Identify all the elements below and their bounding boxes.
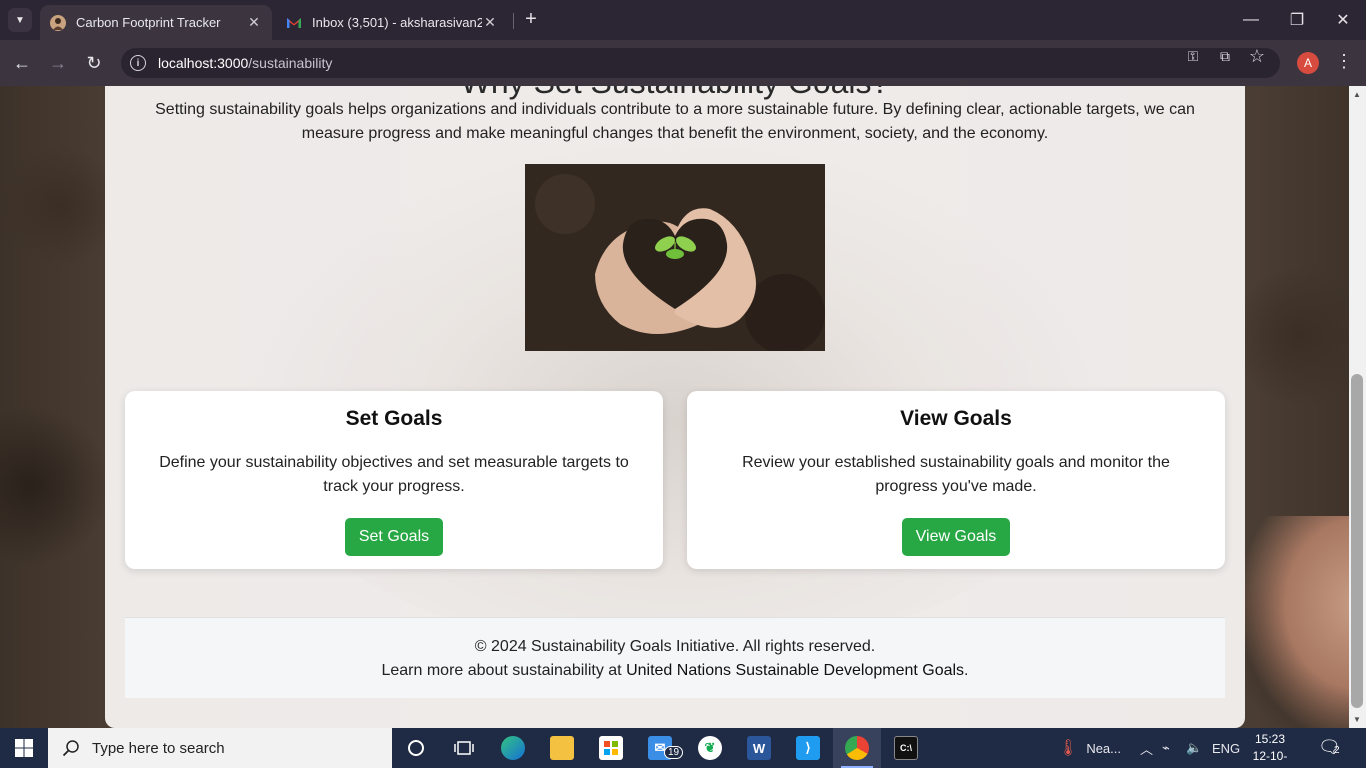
taskbar-word[interactable]: W [735,728,783,768]
learn-more-prefix: Learn more about sustainability at [381,662,622,679]
close-icon: ✕ [1336,12,1350,29]
card-title: Set Goals [345,407,443,430]
close-icon[interactable]: ✕ [482,14,498,31]
arrow-left-icon: ← [13,52,31,73]
minimize-button[interactable]: — [1228,0,1274,40]
learn-more-line: Learn more about sustainability at Unite… [125,659,1225,683]
more-menu-icon[interactable]: ⋮ [1334,51,1354,75]
scroll-up-icon[interactable]: ▲ [1353,90,1361,99]
taskbar-edge[interactable] [489,728,537,768]
folder-icon [550,736,574,760]
vscode-icon: ⟩ [796,736,820,760]
tab-gmail-inbox[interactable]: Inbox (3,501) - aksharasivan200 ✕ [276,5,508,40]
scrollbar-thumb[interactable] [1351,374,1363,708]
volume-icon[interactable]: 🔈 [1186,728,1202,768]
network-icon[interactable]: ⌁ [1162,728,1170,768]
view-goals-button[interactable]: View Goals [901,518,1011,556]
tab-title: Carbon Footprint Tracker [76,15,221,30]
scroll-down-icon[interactable]: ▼ [1353,715,1361,724]
content-container: Why Set Sustainability Goals? Setting su… [105,86,1245,728]
arrow-right-icon: → [49,52,67,73]
chevron-up-icon: ︿ [1140,741,1154,757]
new-tab-button[interactable]: + [520,9,542,31]
taskbar-search-box[interactable]: Type here to search [48,728,392,768]
set-goals-card: Set Goals Define your sustainability obj… [125,391,663,569]
mongodb-leaf-icon: ❦ [698,736,722,760]
site-info-icon[interactable]: i [130,55,146,71]
taskbar-terminal[interactable]: C:\ [882,728,930,768]
taskbar-vscode[interactable]: ⟩ [784,728,832,768]
clock-date: 12-10-2024 [1252,749,1288,768]
restore-button[interactable]: ❐ [1274,0,1320,40]
restore-icon: ❐ [1289,12,1305,29]
edge-icon [501,736,525,760]
cortana-button[interactable] [392,728,440,768]
tab-search-button[interactable]: ▼ [8,8,32,32]
weather-widget[interactable]: 🌡 Nea... [1058,728,1121,768]
profile-avatar[interactable]: A [1297,52,1319,74]
taskbar-file-explorer[interactable] [538,728,586,768]
cortana-circle-icon [408,740,424,756]
learn-more-suffix: . [964,662,969,679]
page-footer: © 2024 Sustainability Goals Initiative. … [125,617,1225,698]
hero-image-heart-soil [525,164,825,351]
browser-toolbar: ← → ↻ i localhost:3000/sustainability ⚿ … [0,40,1366,86]
back-button[interactable]: ← [10,51,34,75]
chevron-down-icon: ▼ [15,14,25,26]
background-hands-image [1245,516,1366,728]
set-goals-button[interactable]: Set Goals [344,518,444,556]
word-icon: W [747,736,771,760]
thermometer-icon: 🌡 [1058,740,1079,757]
taskbar-chrome[interactable] [833,728,881,768]
taskbar-mongodb[interactable]: ❦ [686,728,734,768]
weather-text: Nea... [1086,740,1121,756]
mail-badge: 19 [664,746,684,759]
task-view-button[interactable] [440,728,488,768]
hands-heart-illustration [525,164,825,351]
card-title: View Goals [900,407,1012,430]
terminal-icon: C:\ [894,736,918,760]
key-icon[interactable]: ⚿ [1184,47,1202,65]
reload-button[interactable]: ↻ [82,51,106,75]
bookmark-star-icon[interactable]: ☆ [1248,46,1266,66]
url-text: localhost:3000/sustainability [158,55,333,71]
windows-logo-icon [15,739,33,757]
notification-center-button[interactable]: 🗨 2 [1318,737,1354,759]
install-app-icon[interactable]: ⧉ [1216,47,1234,65]
gmail-icon [287,17,301,28]
language-indicator[interactable]: ENG [1212,728,1240,768]
card-description: Define your sustainability objectives an… [159,454,629,495]
close-window-button[interactable]: ✕ [1320,0,1366,40]
address-bar[interactable]: i localhost:3000/sustainability [121,48,1280,78]
tab-divider [513,13,514,29]
tray-overflow-button[interactable]: ︿ [1140,728,1153,768]
tab-title: Inbox (3,501) - aksharasivan200 [312,15,482,30]
avatar-favicon-icon [50,14,66,31]
forward-button[interactable]: → [46,51,70,75]
card-description: Review your established sustainability g… [742,454,1170,495]
chrome-icon [845,736,869,760]
close-icon[interactable]: ✕ [246,14,262,31]
search-icon [62,740,79,757]
tab-carbon-footprint[interactable]: Carbon Footprint Tracker ✕ [40,5,272,40]
browser-tab-strip: ▼ Carbon Footprint Tracker ✕ Inbox (3,50… [0,0,1366,40]
intro-paragraph: Setting sustainability goals helps organ… [155,101,1195,142]
clock-time: 15:23 [1254,732,1286,746]
taskbar-clock[interactable]: 15:23 12-10-2024 [1240,731,1300,768]
store-icon [599,736,623,760]
reload-icon: ↻ [86,52,102,73]
search-placeholder: Type here to search [92,739,225,757]
view-goals-card: View Goals Review your established susta… [687,391,1225,569]
task-view-icon [454,741,474,755]
vertical-scrollbar[interactable]: ▲ ▼ [1349,86,1366,728]
copyright-text: © 2024 Sustainability Goals Initiative. … [474,638,876,655]
taskbar-store[interactable] [587,728,635,768]
taskbar-mail[interactable]: ✉ 19 [636,728,684,768]
minimize-icon: — [1243,11,1259,28]
windows-taskbar: Type here to search ✉ 19 ❦ W ⟩ C:\ 🌡 Nea… [0,728,1366,768]
start-button[interactable] [0,728,48,768]
un-sdg-link[interactable]: United Nations Sustainable Development G… [626,662,964,679]
notification-count: 2 [1334,745,1340,756]
page-viewport: Why Set Sustainability Goals? Setting su… [0,86,1366,728]
